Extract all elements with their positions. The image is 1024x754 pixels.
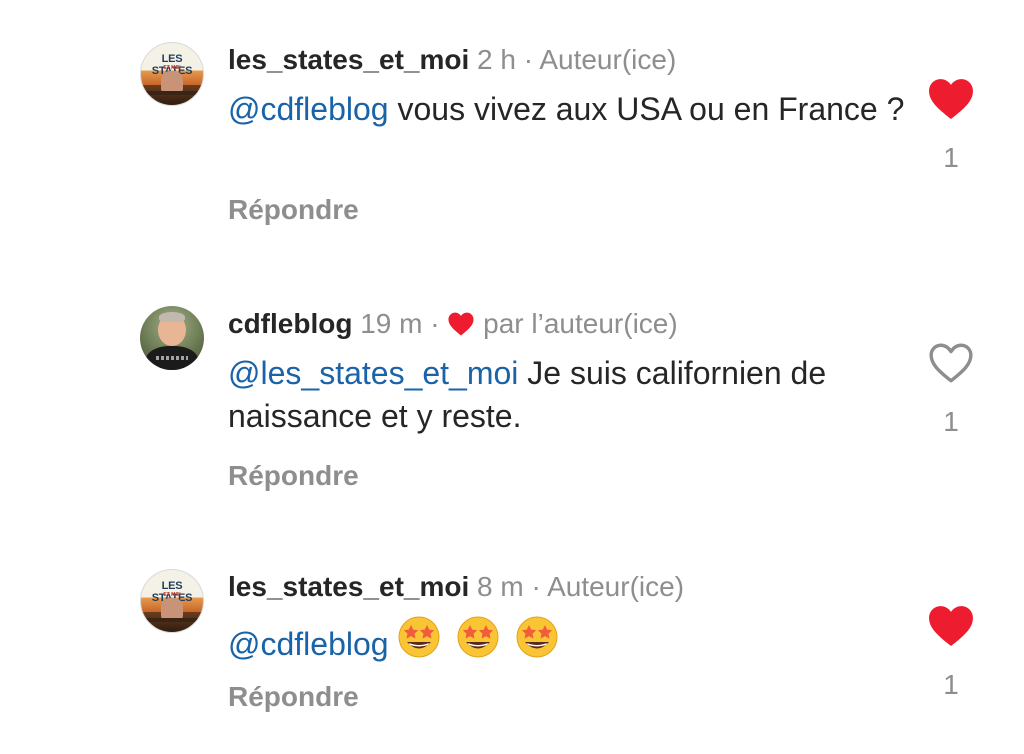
heart-filled-icon: [929, 606, 973, 647]
mention-link[interactable]: @cdfleblog: [228, 626, 389, 662]
comment-body: @cdfleblog: [228, 615, 908, 670]
mention-link[interactable]: @les_states_et_moi: [228, 355, 518, 391]
comment-text: vous vivez aux USA ou en France ?: [397, 91, 905, 127]
like-count: 1: [943, 406, 959, 437]
star-struck-emoji: [457, 616, 499, 658]
separator: ·: [531, 571, 541, 602]
separator: ·: [523, 44, 534, 75]
avatar[interactable]: [140, 306, 204, 370]
timestamp: 19 m: [360, 308, 423, 339]
username[interactable]: les_states_et_moi: [228, 571, 469, 602]
comment-body: @les_states_et_moi Je suis californien d…: [228, 352, 908, 438]
heart-outline-icon: [929, 343, 973, 383]
avatar-rail-graphic: [141, 91, 203, 95]
heart-icon: [448, 312, 474, 336]
star-struck-emoji: [398, 616, 440, 658]
comment-body: @cdfleblog vous vivez aux USA ou en Fran…: [228, 88, 908, 131]
avatar[interactable]: LES STATES ET MOI: [140, 42, 204, 106]
username[interactable]: cdfleblog: [228, 308, 352, 339]
reply-button[interactable]: Répondre: [228, 681, 359, 713]
emoji-row: [397, 615, 565, 670]
avatar-feet-graphic: [161, 598, 183, 620]
mention-link[interactable]: @cdfleblog: [228, 91, 389, 127]
comment-header: les_states_et_moi 2 h · Auteur(ice): [228, 44, 676, 76]
reply-button[interactable]: Répondre: [228, 460, 359, 492]
avatar-rail-graphic: [141, 618, 203, 622]
avatar-shirt-print: [156, 356, 188, 360]
avatar[interactable]: LES STATES ET MOI: [140, 569, 204, 633]
timestamp: 2 h: [477, 44, 516, 75]
comment-header: cdfleblog 19 m · par l’auteur(ice): [228, 308, 678, 340]
like-count: 1: [943, 669, 959, 700]
separator: ·: [430, 308, 440, 339]
like-count: 1: [943, 142, 959, 173]
timestamp: 8 m: [477, 571, 524, 602]
heart-filled-icon: [929, 79, 973, 120]
like-button[interactable]: [928, 605, 974, 647]
reply-button[interactable]: Répondre: [228, 194, 359, 226]
liked-by-author-tag: par l’auteur(ice): [483, 308, 678, 339]
like-button[interactable]: [928, 342, 974, 384]
star-struck-emoji: [516, 616, 558, 658]
author-tag: Auteur(ice): [539, 44, 677, 75]
like-button[interactable]: [928, 78, 974, 120]
author-tag: Auteur(ice): [547, 571, 685, 602]
username[interactable]: les_states_et_moi: [228, 44, 469, 75]
comment-header: les_states_et_moi 8 m · Auteur(ice): [228, 571, 684, 603]
avatar-feet-graphic: [161, 71, 183, 93]
avatar-hair-graphic: [159, 312, 185, 322]
